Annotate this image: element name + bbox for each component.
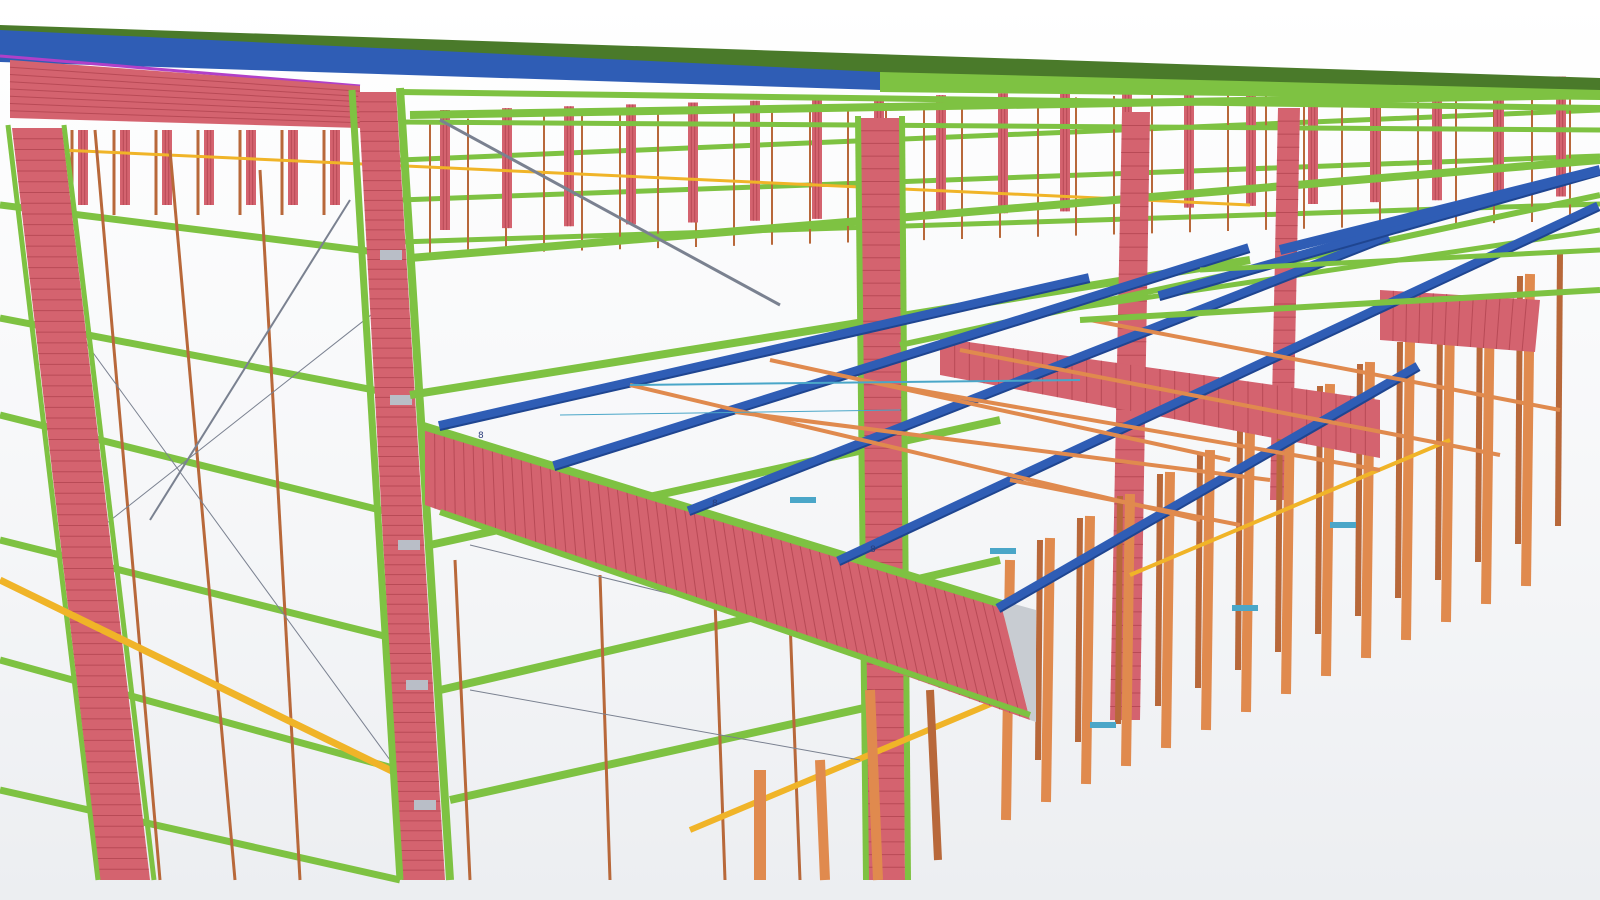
- end-wall-stud: [168, 149, 237, 881]
- rear-column-cladding: [204, 130, 214, 205]
- canopy-purlin: [959, 348, 1501, 457]
- model-viewport[interactable]: 8 8 8: [0, 0, 1600, 900]
- connection-plate: [398, 540, 420, 550]
- canopy-purlin: [734, 410, 1271, 482]
- utility-pipe: [688, 697, 1002, 833]
- column-baseplate: [790, 497, 816, 503]
- far-column-cladding: [502, 108, 512, 229]
- end-wall-girt: [0, 786, 401, 884]
- canopy-support-column: [1401, 339, 1415, 641]
- far-column-cladding: [812, 98, 822, 219]
- far-column-cladding: [750, 100, 760, 221]
- member-mark-2: 8: [712, 499, 718, 509]
- far-column-cladding: [936, 95, 946, 216]
- rear-column-cladding: [246, 130, 256, 205]
- far-column-cladding: [440, 110, 450, 230]
- member-mark-3: 8: [870, 545, 876, 555]
- side-wall-girt: [449, 696, 901, 804]
- rear-column-cladding: [78, 130, 88, 205]
- canopy-support-column: [1281, 405, 1295, 695]
- lower-column: [815, 759, 830, 881]
- connection-plate: [406, 680, 428, 690]
- far-column-cladding: [1060, 91, 1070, 212]
- canopy-cross-member: [1199, 247, 1600, 273]
- end-wall-stud: [258, 169, 302, 881]
- connection-plate: [380, 250, 402, 260]
- column-baseplate: [1090, 722, 1116, 728]
- far-column-cladding: [998, 93, 1008, 214]
- member-mark-1: 8: [478, 431, 484, 441]
- side-wall-stud: [453, 559, 472, 881]
- rear-column-cladding: [120, 130, 130, 205]
- canopy-support-column: [1035, 539, 1043, 761]
- canopy-support-column: [1075, 517, 1083, 743]
- lower-column: [926, 689, 942, 861]
- canopy-layer: [418, 165, 1600, 722]
- far-column-cladding: [688, 102, 698, 223]
- cladding-rib: [434, 427, 436, 509]
- rear-column-cladding: [330, 130, 340, 205]
- canopy-support-column: [1115, 495, 1123, 725]
- canopy-support-column: [1441, 317, 1455, 623]
- side-wall-stud: [598, 574, 612, 881]
- connection-plate: [414, 800, 436, 810]
- column-baseplate: [1330, 522, 1356, 528]
- column-baseplate: [1232, 605, 1258, 611]
- side-wall-stud: [788, 619, 802, 881]
- column-baseplate: [990, 548, 1016, 554]
- connection-plate: [390, 395, 412, 405]
- canopy-support-column: [1435, 319, 1443, 581]
- steel-structure-3d-model[interactable]: 8 8 8: [0, 0, 1600, 900]
- rear-column-cladding: [288, 130, 298, 205]
